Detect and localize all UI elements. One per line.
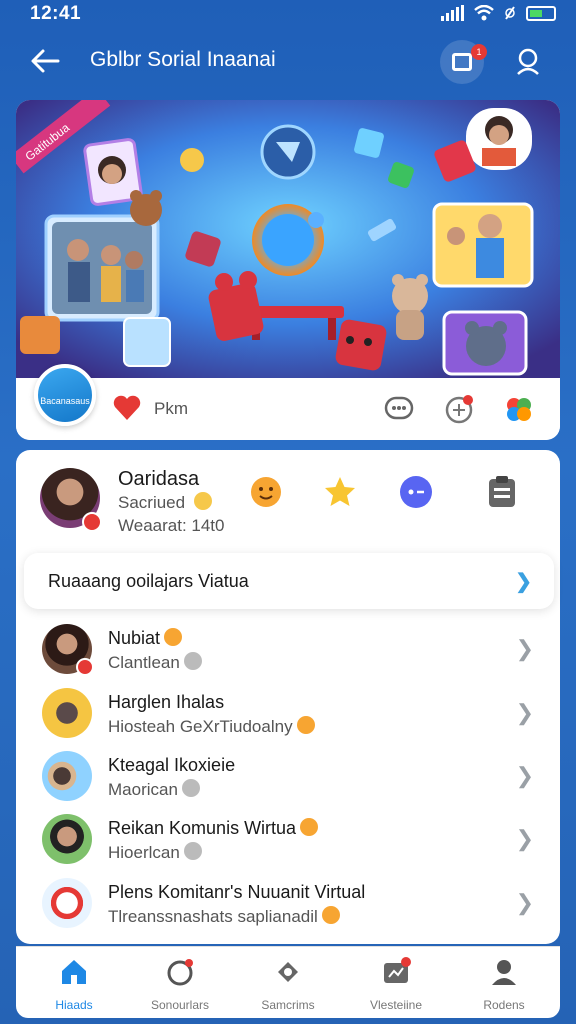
avatar — [42, 814, 92, 864]
list-item-title: Plens Komitanr's Nuuanit Virtual — [108, 882, 366, 902]
list-item-title: Kteagal Ikoxieie — [108, 755, 236, 775]
nav-item-home[interactable]: Hiaads — [24, 955, 124, 1015]
video-icon — [452, 53, 472, 71]
community-icon — [167, 959, 193, 986]
back-arrow-icon[interactable] — [28, 44, 62, 78]
emoji-icon — [193, 492, 212, 510]
smile-emoji-icon[interactable] — [246, 474, 286, 514]
list-item-title: Reikan Komunis Wirtua — [108, 818, 319, 839]
chevron-right-icon: ❯ — [515, 763, 534, 788]
nav-label: Hiaads — [55, 998, 93, 1012]
list-item-subtitle: Tlreanssnashats saplianadil — [108, 906, 340, 927]
chat-icon[interactable] — [382, 392, 416, 426]
list-item[interactable]: Nubiat Clantlean ❯ — [16, 618, 560, 680]
status-time: 12:41 — [30, 3, 82, 24]
heart-icon[interactable] — [112, 394, 142, 422]
chevron-right-icon: ❯ — [515, 571, 532, 593]
chevron-right-icon: ❯ — [515, 826, 534, 851]
search-icon[interactable] — [512, 46, 544, 78]
status-dot-icon — [82, 512, 102, 532]
nav-item-games[interactable]: Samcrims — [238, 955, 338, 1015]
list-item-subtitle: Hiosteah GeXrTiudoalny — [108, 716, 315, 737]
avatar — [42, 688, 92, 738]
discord-icon[interactable] — [396, 474, 436, 514]
list-item-subtitle: Hioerlcan — [108, 842, 202, 863]
home-icon — [62, 960, 86, 984]
profile-name: Oaridasa — [118, 468, 200, 490]
nav-item-profile[interactable]: Rodens — [454, 955, 554, 1015]
bottom-nav: Hiaads Sonourlars Samcrims Vlesteiine Ro… — [16, 946, 560, 1018]
list-item-subtitle: Maorican — [108, 779, 200, 800]
profile-meta: Weaarat: 14t0 — [118, 516, 225, 535]
puzzle-icon — [278, 962, 298, 982]
wifi-icon — [474, 5, 494, 21]
list-item[interactable]: Harglen Ihalas Hiosteah GeXrTiudoalny ❯ — [16, 682, 560, 744]
notification-badge: 1 — [471, 44, 487, 60]
emoji-icon — [300, 818, 319, 836]
list-item-title: Harglen Ihalas — [108, 692, 225, 712]
multi-heart-icon[interactable] — [502, 392, 536, 426]
like-count: Pkm — [154, 399, 188, 418]
nav-label: Rodens — [483, 998, 525, 1012]
emoji-icon — [321, 906, 340, 924]
star-icon[interactable] — [320, 474, 360, 514]
status-icons — [441, 5, 556, 21]
page-title: Gblbr Sorial Inaanai — [90, 48, 276, 71]
hero-illustration: Gatitubua — [16, 100, 560, 378]
profile-icon — [492, 960, 516, 985]
profile-subtitle: Sacriued — [118, 492, 212, 513]
avatar — [42, 878, 92, 928]
status-icon — [183, 842, 202, 860]
app-logo[interactable]: Bacanasaus — [34, 364, 96, 426]
chevron-right-icon: ❯ — [515, 890, 534, 915]
battery-icon — [526, 5, 556, 21]
list-item-title: Nubiat — [108, 628, 183, 649]
status-dot-icon — [76, 658, 94, 676]
video-icon — [384, 957, 411, 983]
list-item-subtitle: Clantlean — [108, 652, 202, 673]
nav-label: Vlesteiine — [369, 998, 423, 1012]
hero-actions-bar: Bacanasaus Pkm — [16, 364, 560, 440]
hero-card: Gatitubua Bacanasaus Pkm — [16, 100, 560, 440]
app-header: Gblbr Sorial Inaanai 1 — [0, 36, 576, 86]
clipboard-icon[interactable] — [482, 474, 522, 514]
list-item[interactable]: Plens Komitanr's Nuuanit Virtual Tlreans… — [16, 872, 560, 934]
profile-card: Oaridasa Sacriued Weaarat: 14t0 Ruaaang … — [16, 450, 560, 944]
status-icon — [181, 779, 200, 797]
list-item[interactable]: Reikan Komunis Wirtua Hioerlcan ❯ — [16, 808, 560, 870]
nav-item-community[interactable]: Sonourlars — [130, 955, 230, 1015]
emoji-icon — [296, 716, 315, 734]
game-controller-icon[interactable] — [442, 392, 476, 426]
nav-label: Sonourlars — [150, 998, 210, 1012]
nav-label: Samcrims — [261, 998, 315, 1012]
avatar — [42, 751, 92, 801]
section-title: Ruaaang ooilajars Viatua — [48, 571, 249, 591]
chevron-right-icon: ❯ — [515, 700, 534, 725]
video-button[interactable]: 1 — [440, 40, 487, 84]
signal-icon — [441, 5, 464, 21]
emoji-icon — [164, 628, 183, 646]
status-bar: 12:41 — [0, 0, 576, 30]
mute-icon — [505, 6, 515, 20]
chevron-right-icon: ❯ — [515, 636, 534, 661]
section-row[interactable]: Ruaaang ooilajars Viatua ❯ — [24, 553, 554, 609]
status-icon — [183, 652, 202, 670]
list-item[interactable]: Kteagal Ikoxieie Maorican ❯ — [16, 745, 560, 807]
nav-item-video[interactable]: Vlesteiine — [346, 955, 446, 1015]
